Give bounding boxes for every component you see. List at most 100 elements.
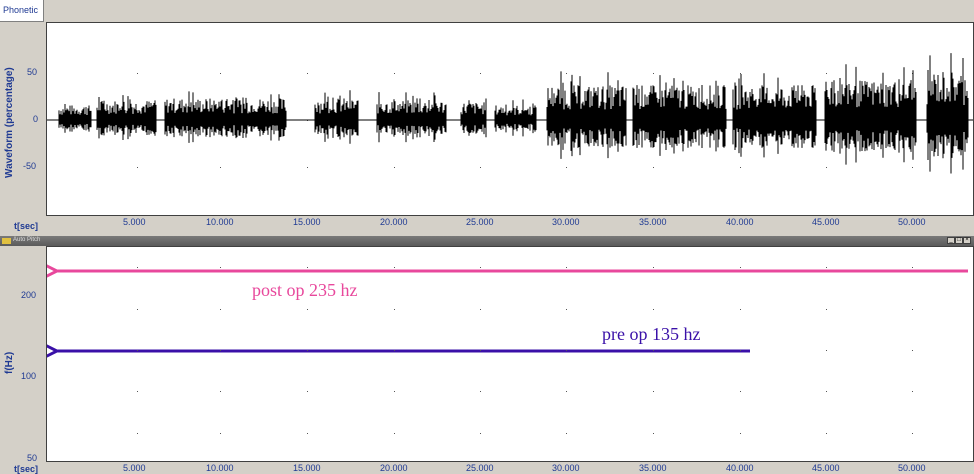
pitch-plot[interactable]: post op 235 hz pre op 135 hz: [46, 246, 974, 462]
grid-dot: [220, 433, 221, 434]
grid-dot: [653, 350, 654, 351]
waveform-x-tick: 10.000: [206, 217, 234, 227]
minimize-button[interactable]: _: [947, 237, 955, 244]
grid-dot: [740, 350, 741, 351]
grid-dot: [912, 433, 913, 434]
waveform-y-tick-0: 0: [33, 114, 39, 124]
grid-dot: [137, 73, 138, 74]
grid-dot: [566, 350, 567, 351]
grid-dot: [653, 309, 654, 310]
grid-dot: [740, 391, 741, 392]
grid-dot: [480, 433, 481, 434]
pitch-y-tick-50: 50: [27, 453, 38, 463]
grid-dot: [307, 73, 308, 74]
waveform-y-tick-neg50: -50: [23, 161, 37, 171]
grid-dot: [912, 167, 913, 168]
grid-dot: [137, 267, 138, 268]
grid-dot: [480, 267, 481, 268]
grid-dot: [653, 433, 654, 434]
grid-dot: [653, 73, 654, 74]
grid-dot: [740, 433, 741, 434]
post-op-label: post op 235 hz: [252, 280, 358, 300]
grid-dot: [307, 391, 308, 392]
grid-dot: [740, 309, 741, 310]
grid-dot: [826, 167, 827, 168]
waveform-x-tick: 15.000: [293, 217, 321, 227]
grid-dot: [220, 73, 221, 74]
pitch-y-axis-label: f(Hz): [4, 351, 15, 374]
grid-dot: [137, 350, 138, 351]
pitch-graph: post op 235 hz pre op 135 hz: [47, 247, 968, 434]
grid-dot: [826, 267, 827, 268]
waveform-graph: [47, 53, 973, 174]
grid-dot: [653, 391, 654, 392]
waveform-x-tick: 40.000: [726, 217, 754, 227]
grid-dot: [307, 267, 308, 268]
waveform-x-tick: 35.000: [639, 217, 667, 227]
grid-dot: [480, 73, 481, 74]
waveform-t-label: t[sec]: [14, 221, 39, 231]
grid-dot: [566, 167, 567, 168]
pitch-x-tick: 20.000: [380, 463, 408, 473]
grid-dot: [394, 167, 395, 168]
waveform-x-tick: 25.000: [466, 217, 494, 227]
pitch-x-tick: 35.000: [639, 463, 667, 473]
pitch-x-tick: 25.000: [466, 463, 494, 473]
grid-dot: [912, 309, 913, 310]
grid-dot: [480, 391, 481, 392]
app-icon: [2, 238, 11, 244]
grid-dot: [137, 391, 138, 392]
grid-dot: [480, 350, 481, 351]
grid-dot: [566, 391, 567, 392]
waveform-y-axis-label: Waveform (percentage): [4, 67, 15, 178]
grid-dot: [826, 350, 827, 351]
grid-dot: [912, 267, 913, 268]
grid-dot: [220, 309, 221, 310]
waveform-window: Phonetic Waveform (percentage) 50 0 -50 …: [0, 0, 974, 236]
grid-dot: [653, 167, 654, 168]
grid-dot: [566, 73, 567, 74]
waveform-x-tick: 30.000: [552, 217, 580, 227]
grid-dot: [137, 309, 138, 310]
grid-dot: [307, 309, 308, 310]
grid-dot: [826, 309, 827, 310]
grid-dot: [394, 267, 395, 268]
grid-dot: [394, 391, 395, 392]
pitch-window-titlebar[interactable]: Auto Pitch _ □ ×: [0, 236, 974, 246]
grid-dot: [566, 433, 567, 434]
grid-dot: [480, 309, 481, 310]
grid-dot: [394, 433, 395, 434]
pitch-x-tick: 30.000: [552, 463, 580, 473]
grid-dot: [307, 433, 308, 434]
waveform-y-tick-50: 50: [27, 67, 38, 77]
grid-dot: [912, 391, 913, 392]
pre-op-label: pre op 135 hz: [602, 324, 700, 344]
pitch-x-tick: 15.000: [293, 463, 321, 473]
waveform-x-tick: 20.000: [380, 217, 408, 227]
grid-dot: [826, 73, 827, 74]
pitch-x-tick: 45.000: [812, 463, 840, 473]
grid-dot: [137, 167, 138, 168]
grid-dot: [307, 350, 308, 351]
grid-dot: [394, 350, 395, 351]
pitch-x-tick: 5.000: [123, 463, 146, 473]
waveform-x-tick: 5.000: [123, 217, 146, 227]
waveform-plot[interactable]: [46, 22, 974, 216]
grid-dot: [220, 267, 221, 268]
grid-dot: [566, 309, 567, 310]
grid-dot: [566, 267, 567, 268]
grid-dot: [137, 433, 138, 434]
grid-dot: [912, 350, 913, 351]
waveform-x-tick: 50.000: [898, 217, 926, 227]
grid-dot: [826, 391, 827, 392]
pitch-window-title: Auto Pitch: [13, 237, 41, 243]
close-button[interactable]: ×: [963, 237, 971, 244]
grid-dot: [220, 167, 221, 168]
waveform-trace: [47, 53, 973, 174]
pitch-x-tick: 50.000: [898, 463, 926, 473]
pitch-t-label: t[sec]: [14, 464, 39, 474]
maximize-button[interactable]: □: [955, 237, 963, 244]
pitch-y-tick-100: 100: [21, 371, 37, 381]
grid-dot: [394, 309, 395, 310]
tab-phonetic[interactable]: Phonetic: [0, 0, 44, 22]
